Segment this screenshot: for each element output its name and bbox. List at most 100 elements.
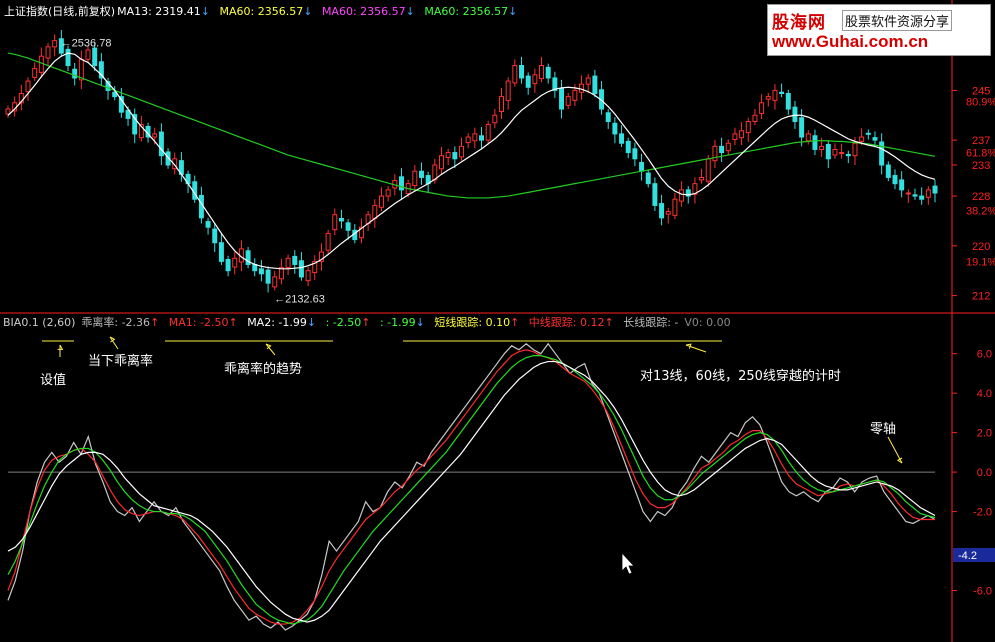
ma13-line [7, 52, 936, 270]
candle-down [899, 179, 905, 191]
pct-tick-label: 61.8% [966, 148, 995, 160]
candle-up [45, 46, 51, 59]
price-tick-label: 212 [972, 291, 990, 303]
candle-down [519, 65, 525, 79]
price-tick-label: 237 [972, 135, 990, 147]
ma3-line [7, 360, 936, 623]
indicator-tick-label: 6.0 [977, 349, 992, 361]
candle-up [85, 49, 91, 60]
long-track-legend: 长线跟踪: - [623, 316, 679, 329]
candle-up [459, 145, 464, 158]
v3-legend: : -2.50 [325, 316, 362, 329]
candle-down [298, 260, 304, 278]
arrow-down-icon: ↓ [200, 5, 211, 18]
candle-up [332, 214, 338, 231]
logo-url: www.Guhai.com.cn [772, 32, 929, 51]
main-title: 上证指数(日线,前复权) [4, 5, 116, 18]
candle-up [839, 152, 845, 155]
candle-up [832, 148, 838, 156]
candle-up [412, 170, 418, 187]
arrow-up-icon: ↑ [510, 316, 520, 329]
candle-down [812, 135, 818, 150]
candle-down [218, 242, 224, 262]
candle-up [492, 114, 498, 124]
candle-down [418, 170, 424, 178]
candle-up [325, 232, 331, 251]
logo-brand: 股海网 [772, 13, 826, 33]
high-price-label: ←2536.78 [61, 38, 112, 50]
candle-up [925, 189, 931, 198]
pct-tick-label: 80.9% [966, 97, 995, 109]
candle-up [512, 65, 518, 84]
candle-down [799, 117, 805, 138]
candle-down [338, 217, 344, 222]
annotation-current-bias: 当下乖离率 [88, 354, 154, 369]
candle-up [765, 96, 771, 100]
candle-up [499, 96, 504, 113]
current-value-label: -4.2 [958, 550, 977, 562]
arrow-up-icon: ↑ [604, 316, 614, 329]
short-track-legend: 短线跟踪: 0.10 [434, 316, 511, 329]
arrow-down-icon: ↓ [508, 5, 518, 18]
mouse-cursor-icon [621, 551, 635, 575]
price-tick-label: 233 [972, 160, 990, 172]
pct-tick-label: 19.1% [966, 256, 995, 268]
candle-up [372, 204, 378, 219]
ma1-legend: MA1: -2.50 [168, 316, 229, 329]
candle-up [385, 189, 391, 197]
candle-down [212, 228, 218, 244]
arrow-down-icon: ↓ [415, 316, 425, 329]
annotation-zero-axis: 零轴 [870, 422, 897, 437]
candle-up [905, 192, 911, 195]
candle-down [792, 106, 798, 122]
candle-down [865, 132, 871, 135]
candle-down [785, 93, 791, 110]
candle-down [645, 172, 651, 185]
indicator-legend: BIA0.1 (2,60) 乖离率: -2.36↑ MA1: -2.50↑ MA2… [3, 316, 737, 330]
ma13-legend: MA13: 2319.41 [117, 5, 201, 18]
candle-down [545, 66, 551, 79]
candle-down [605, 112, 611, 122]
annotation-cross-timing: 对13线，60线，250线穿越的计时 [640, 369, 841, 384]
candle-down [479, 135, 484, 141]
ma2-line [7, 355, 936, 625]
candle-up [705, 158, 711, 182]
candle-down [345, 222, 351, 231]
v4-legend: : -1.99 [379, 316, 416, 329]
indicator-tick-label: 4.0 [977, 388, 992, 400]
candle-down [205, 221, 211, 228]
candle-down [452, 152, 458, 160]
candle-up [285, 257, 291, 269]
candle-up [725, 142, 731, 152]
candle-down [525, 75, 531, 88]
candle-down [639, 162, 645, 172]
candle-down [912, 194, 918, 197]
arrow-down-icon: ↓ [303, 5, 313, 18]
candle-down [719, 145, 725, 154]
candle-up [305, 270, 311, 282]
indicator-tick-label: 2.0 [977, 428, 992, 440]
candle-down [398, 176, 404, 191]
indicator-tick-label: -6.0 [973, 586, 992, 598]
candle-up [52, 40, 58, 48]
candle-down [258, 268, 264, 275]
candle-down [845, 153, 851, 157]
indicator-name: BIA0.1 (2,60) [3, 316, 76, 329]
candle-down [72, 68, 78, 79]
candle-down [879, 141, 885, 166]
candle-up [712, 145, 718, 162]
annotation-setval: 设值 [40, 373, 67, 388]
candle-down [652, 183, 658, 206]
candle-up [539, 65, 545, 80]
candle-down [612, 122, 618, 135]
candle-down [158, 131, 164, 157]
indicator-tick-label: 0.0 [977, 467, 992, 479]
arrow-up-icon: ↑ [150, 316, 160, 329]
bias-line [7, 342, 936, 631]
candle-up [752, 114, 758, 122]
candle-up [472, 133, 478, 142]
v0-legend: V0: 0.00 [684, 316, 731, 329]
ma60-legend-yellow: MA60: 2356.57 [219, 5, 304, 18]
candle-up [505, 80, 511, 101]
price-tick-label: 220 [972, 241, 990, 253]
